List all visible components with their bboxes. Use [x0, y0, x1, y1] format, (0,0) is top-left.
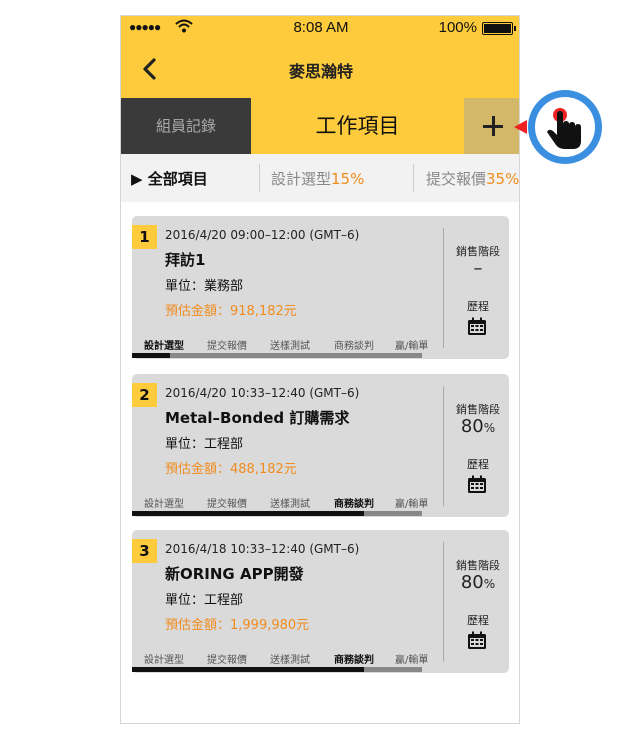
add-button[interactable]: [464, 98, 519, 154]
history-label: 歷程: [467, 614, 489, 627]
stage-progress-fill: [132, 353, 170, 358]
sales-stage-label: 銷售階段: [456, 245, 500, 258]
divider: [443, 386, 444, 506]
filter-design-selection[interactable]: 設計選型15%: [271, 168, 364, 189]
stage-progress-fill: [132, 667, 364, 672]
sales-stage-label: 銷售階段: [456, 559, 500, 572]
stage-progress-fill: [132, 511, 364, 516]
divider: [413, 164, 414, 192]
item-number-badge: 1: [132, 225, 157, 249]
item-title: 拜訪1: [165, 251, 206, 269]
stage-step: 商務談判: [334, 499, 374, 510]
sales-stage-value: 80%: [460, 572, 496, 593]
divider: [259, 164, 260, 192]
tab-bar: 組員記錄 工作項目: [121, 98, 519, 154]
item-estimated-amount: 預估金額：918,182元: [165, 304, 297, 319]
work-item-card[interactable]: 3 2016/4/18 10:33–12:40 (GMT–6) 新ORING APP…: [132, 530, 509, 673]
divider: [443, 228, 444, 348]
calendar-icon[interactable]: [467, 317, 487, 336]
phone-screen: ●●●●● 8:08 AM 100% 麥思瀚特 組員記錄 工作項目 ▶ 全部項目…: [120, 15, 520, 724]
sales-stage-value: 80%: [460, 416, 496, 437]
history-label: 歷程: [467, 300, 489, 313]
item-estimated-amount: 預估金額：1,999,980元: [165, 618, 310, 633]
item-unit: 單位：工程部: [165, 593, 244, 608]
tab-work-items[interactable]: 工作項目: [251, 98, 464, 154]
item-time: 2016/4/20 10:33–12:40 (GMT–6): [165, 386, 360, 400]
stage-step: 設計選型: [144, 655, 184, 666]
item-unit: 單位：業務部: [165, 279, 244, 294]
stage-step: 設計選型: [144, 499, 184, 510]
item-title: Metal–Bonded 訂購需求: [165, 409, 350, 427]
stage-step: 送樣測試: [270, 655, 310, 666]
stage-filter-bar: ▶ 全部項目 設計選型15% 提交報價35%: [121, 154, 519, 202]
touch-hint: [528, 90, 602, 164]
stage-step: 贏/輸單: [395, 341, 429, 352]
item-estimated-amount: 預估金額：488,182元: [165, 462, 297, 477]
item-unit: 單位：工程部: [165, 437, 244, 452]
nav-bar: 麥思瀚特: [121, 40, 519, 98]
divider: [443, 542, 444, 662]
history-label: 歷程: [467, 458, 489, 471]
stage-step: 商務談判: [334, 341, 374, 352]
pointer-arrow-icon: [514, 120, 527, 134]
filter-submit-quote[interactable]: 提交報價35%: [426, 168, 519, 189]
item-time: 2016/4/18 10:33–12:40 (GMT–6): [165, 542, 360, 556]
work-item-card[interactable]: 2 2016/4/20 10:33–12:40 (GMT–6) Metal–Bond…: [132, 374, 509, 517]
stage-step: 送樣測試: [270, 499, 310, 510]
stage-step: 送樣測試: [270, 341, 310, 352]
stage-step: 提交報價: [207, 341, 247, 352]
hand-pointer-icon: [547, 108, 581, 149]
calendar-icon[interactable]: [467, 475, 487, 494]
stage-step: 贏/輸單: [395, 655, 429, 666]
page-title: 麥思瀚特: [288, 62, 353, 81]
item-number-badge: 3: [132, 539, 157, 563]
item-title: 新ORING APP開發: [165, 565, 304, 583]
stage-step: 贏/輸單: [395, 499, 429, 510]
stage-progress-bar: [132, 667, 422, 672]
stage-progress-bar: [132, 353, 422, 358]
item-time: 2016/4/20 09:00–12:00 (GMT–6): [165, 228, 360, 242]
calendar-icon[interactable]: [467, 631, 487, 650]
tab-member-records[interactable]: 組員記錄: [121, 98, 251, 154]
stage-step: 提交報價: [207, 655, 247, 666]
filter-all-items[interactable]: ▶ 全部項目: [131, 168, 208, 189]
stage-step: 商務談判: [334, 655, 374, 666]
sales-stage-value: –: [473, 258, 483, 279]
battery-percent: 100%: [438, 19, 477, 36]
work-item-card[interactable]: 1 2016/4/20 09:00–12:00 (GMT–6) 拜訪1 單位：業務部預…: [132, 216, 509, 359]
stage-progress-bar: [132, 511, 422, 516]
item-number-badge: 2: [132, 383, 157, 407]
battery-icon: [482, 22, 516, 35]
sales-stage-label: 銷售階段: [456, 403, 500, 416]
status-bar: ●●●●● 8:08 AM 100%: [121, 16, 519, 40]
stage-step: 提交報價: [207, 499, 247, 510]
stage-step: 設計選型: [144, 341, 184, 352]
